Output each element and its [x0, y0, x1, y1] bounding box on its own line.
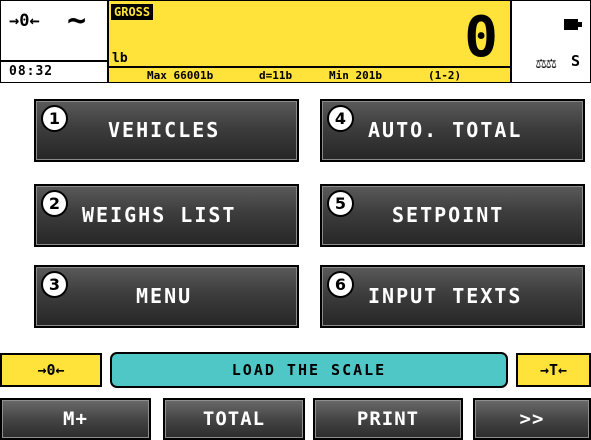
number-badge: 3: [41, 271, 68, 298]
status-header: →0← ~ 08:32 GROSS lb 0 Max 66001b d=11b …: [0, 0, 591, 83]
input-texts-button[interactable]: 6 INPUT TEXTS: [320, 265, 585, 328]
zero-center-icon: →0←: [9, 11, 40, 31]
header-right-panel: ⚖⚖ S: [512, 1, 590, 82]
gross-badge: GROSS: [111, 4, 154, 20]
tare-button[interactable]: →T←: [516, 353, 591, 387]
range-indicator: (1-2): [428, 69, 462, 82]
button-label: VEHICLES: [108, 118, 221, 142]
battery-icon: [564, 19, 582, 30]
scale-info-bar: Max 66001b d=11b Min 201b (1-2): [109, 66, 510, 84]
next-page-button[interactable]: >>: [473, 398, 591, 440]
total-button[interactable]: TOTAL: [163, 398, 305, 440]
clock: 08:32: [9, 64, 54, 79]
header-left-panel: →0← ~ 08:32: [1, 1, 109, 82]
setpoint-button[interactable]: 5 SETPOINT: [320, 184, 585, 247]
number-badge: 5: [327, 190, 354, 217]
button-label: WEIGHS LIST: [82, 203, 237, 227]
min-capacity: Min 201b: [329, 69, 382, 82]
vehicles-button[interactable]: 1 VEHICLES: [34, 99, 299, 162]
status-message: LOAD THE SCALE: [110, 352, 508, 388]
number-badge: 4: [327, 105, 354, 132]
zero-button[interactable]: →0←: [0, 353, 102, 387]
button-label: AUTO. TOTAL: [368, 118, 523, 142]
division: d=11b: [259, 69, 293, 82]
button-label: MENU: [136, 284, 193, 308]
weight-value: 0: [464, 5, 498, 70]
weight-display: GROSS lb 0 Max 66001b d=11b Min 201b (1-…: [109, 1, 512, 82]
max-capacity: Max 66001b: [147, 69, 214, 82]
auto-total-button[interactable]: 4 AUTO. TOTAL: [320, 99, 585, 162]
button-label: INPUT TEXTS: [368, 284, 523, 308]
weighs-list-button[interactable]: 2 WEIGHS LIST: [34, 184, 299, 247]
weight-unit: lb: [112, 51, 128, 66]
number-badge: 6: [327, 271, 354, 298]
scale-icon: ⚖⚖: [536, 53, 557, 73]
print-button[interactable]: PRINT: [313, 398, 463, 440]
number-badge: 2: [41, 190, 68, 217]
button-label: SETPOINT: [392, 203, 505, 227]
menu-button[interactable]: 3 MENU: [34, 265, 299, 328]
scale-number: S: [571, 52, 581, 70]
divider: [1, 60, 107, 62]
m-plus-button[interactable]: M+: [0, 398, 151, 440]
number-badge: 1: [41, 105, 68, 132]
stability-icon: ~: [67, 1, 87, 39]
